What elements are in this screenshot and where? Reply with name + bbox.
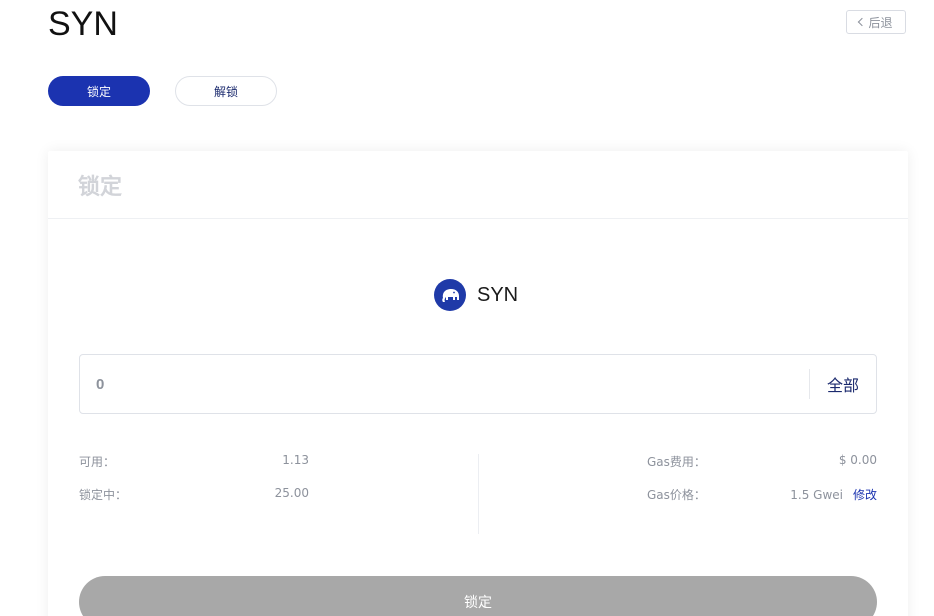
balance-info: 可用： 1.13 锁定中： 25.00 bbox=[79, 453, 309, 519]
tab-lock[interactable]: 锁定 bbox=[48, 76, 150, 106]
info-row-gas-price: Gas价格： 1.5 Gwei 修改 bbox=[647, 486, 877, 519]
gas-price-value: 1.5 Gwei bbox=[790, 488, 843, 502]
available-label: 可用： bbox=[79, 455, 116, 469]
token-display: SYN bbox=[434, 279, 518, 311]
gas-info: Gas费用： $ 0.00 Gas价格： 1.5 Gwei 修改 bbox=[647, 453, 877, 519]
page: SYN 后退 锁定 解锁 锁定 SYN 全部 bbox=[0, 0, 934, 616]
back-button-label: 后退 bbox=[868, 15, 893, 30]
locked-value: 25.00 bbox=[274, 486, 309, 500]
available-value: 1.13 bbox=[282, 453, 309, 467]
page-title: SYN bbox=[48, 5, 118, 43]
locked-label: 锁定中： bbox=[79, 488, 128, 502]
elephant-icon bbox=[434, 279, 466, 311]
amount-input[interactable] bbox=[80, 354, 809, 414]
tab-lock-label: 锁定 bbox=[86, 84, 111, 99]
back-button[interactable]: 后退 bbox=[846, 10, 906, 34]
gas-fee-label: Gas费用： bbox=[647, 455, 706, 469]
gas-price-label: Gas价格： bbox=[647, 488, 706, 502]
info-row-available: 可用： 1.13 bbox=[79, 453, 309, 486]
lock-submit-label: 锁定 bbox=[464, 595, 492, 611]
max-button[interactable]: 全部 bbox=[810, 372, 876, 396]
amount-field: 全部 bbox=[79, 354, 877, 414]
lock-card: 锁定 SYN 全部 可用： 1.13 锁定中： 25.00 bbox=[48, 151, 908, 616]
info-row-gas-fee: Gas费用： $ 0.00 bbox=[647, 453, 877, 486]
gas-fee-value: $ 0.00 bbox=[838, 453, 877, 467]
tab-unlock-label: 解锁 bbox=[213, 84, 238, 99]
card-title: 锁定 bbox=[78, 174, 123, 200]
info-divider bbox=[478, 454, 479, 534]
chevron-left-icon bbox=[858, 17, 867, 27]
gas-price-value-group: 1.5 Gwei 修改 bbox=[790, 486, 877, 503]
edit-gas-price-link[interactable]: 修改 bbox=[853, 488, 877, 502]
lock-submit-button[interactable]: 锁定 bbox=[79, 576, 877, 616]
token-name: SYN bbox=[477, 283, 519, 306]
card-header: 锁定 bbox=[48, 151, 908, 219]
info-row-locked: 锁定中： 25.00 bbox=[79, 486, 309, 519]
tab-unlock[interactable]: 解锁 bbox=[175, 76, 277, 106]
